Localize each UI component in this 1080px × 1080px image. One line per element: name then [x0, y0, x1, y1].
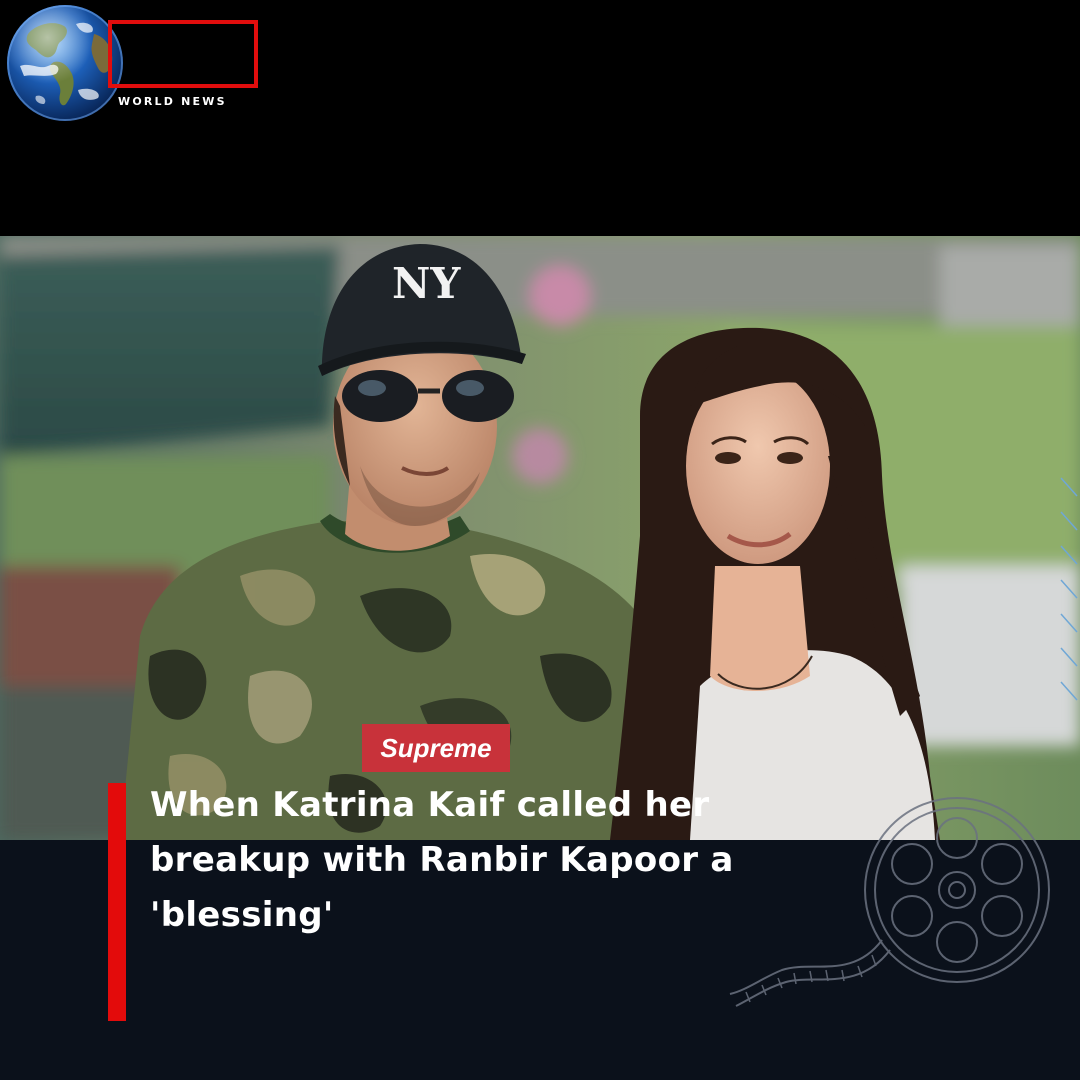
decorative-lines: [1060, 477, 1078, 701]
logo-frame: [108, 20, 258, 88]
news-post: WORLD NEWS NY Supreme When Katrina Kaif …: [0, 0, 1080, 1080]
news-photo: NY Supreme: [0, 236, 1080, 840]
shirt-logo: Supreme: [380, 733, 491, 763]
accent-bar: [108, 783, 126, 1021]
headline: When Katrina Kaif called her breakup wit…: [150, 785, 734, 935]
globe-icon: [6, 4, 124, 122]
cap-logo: NY: [392, 259, 461, 308]
brand-name: WORLD NEWS: [118, 95, 227, 108]
